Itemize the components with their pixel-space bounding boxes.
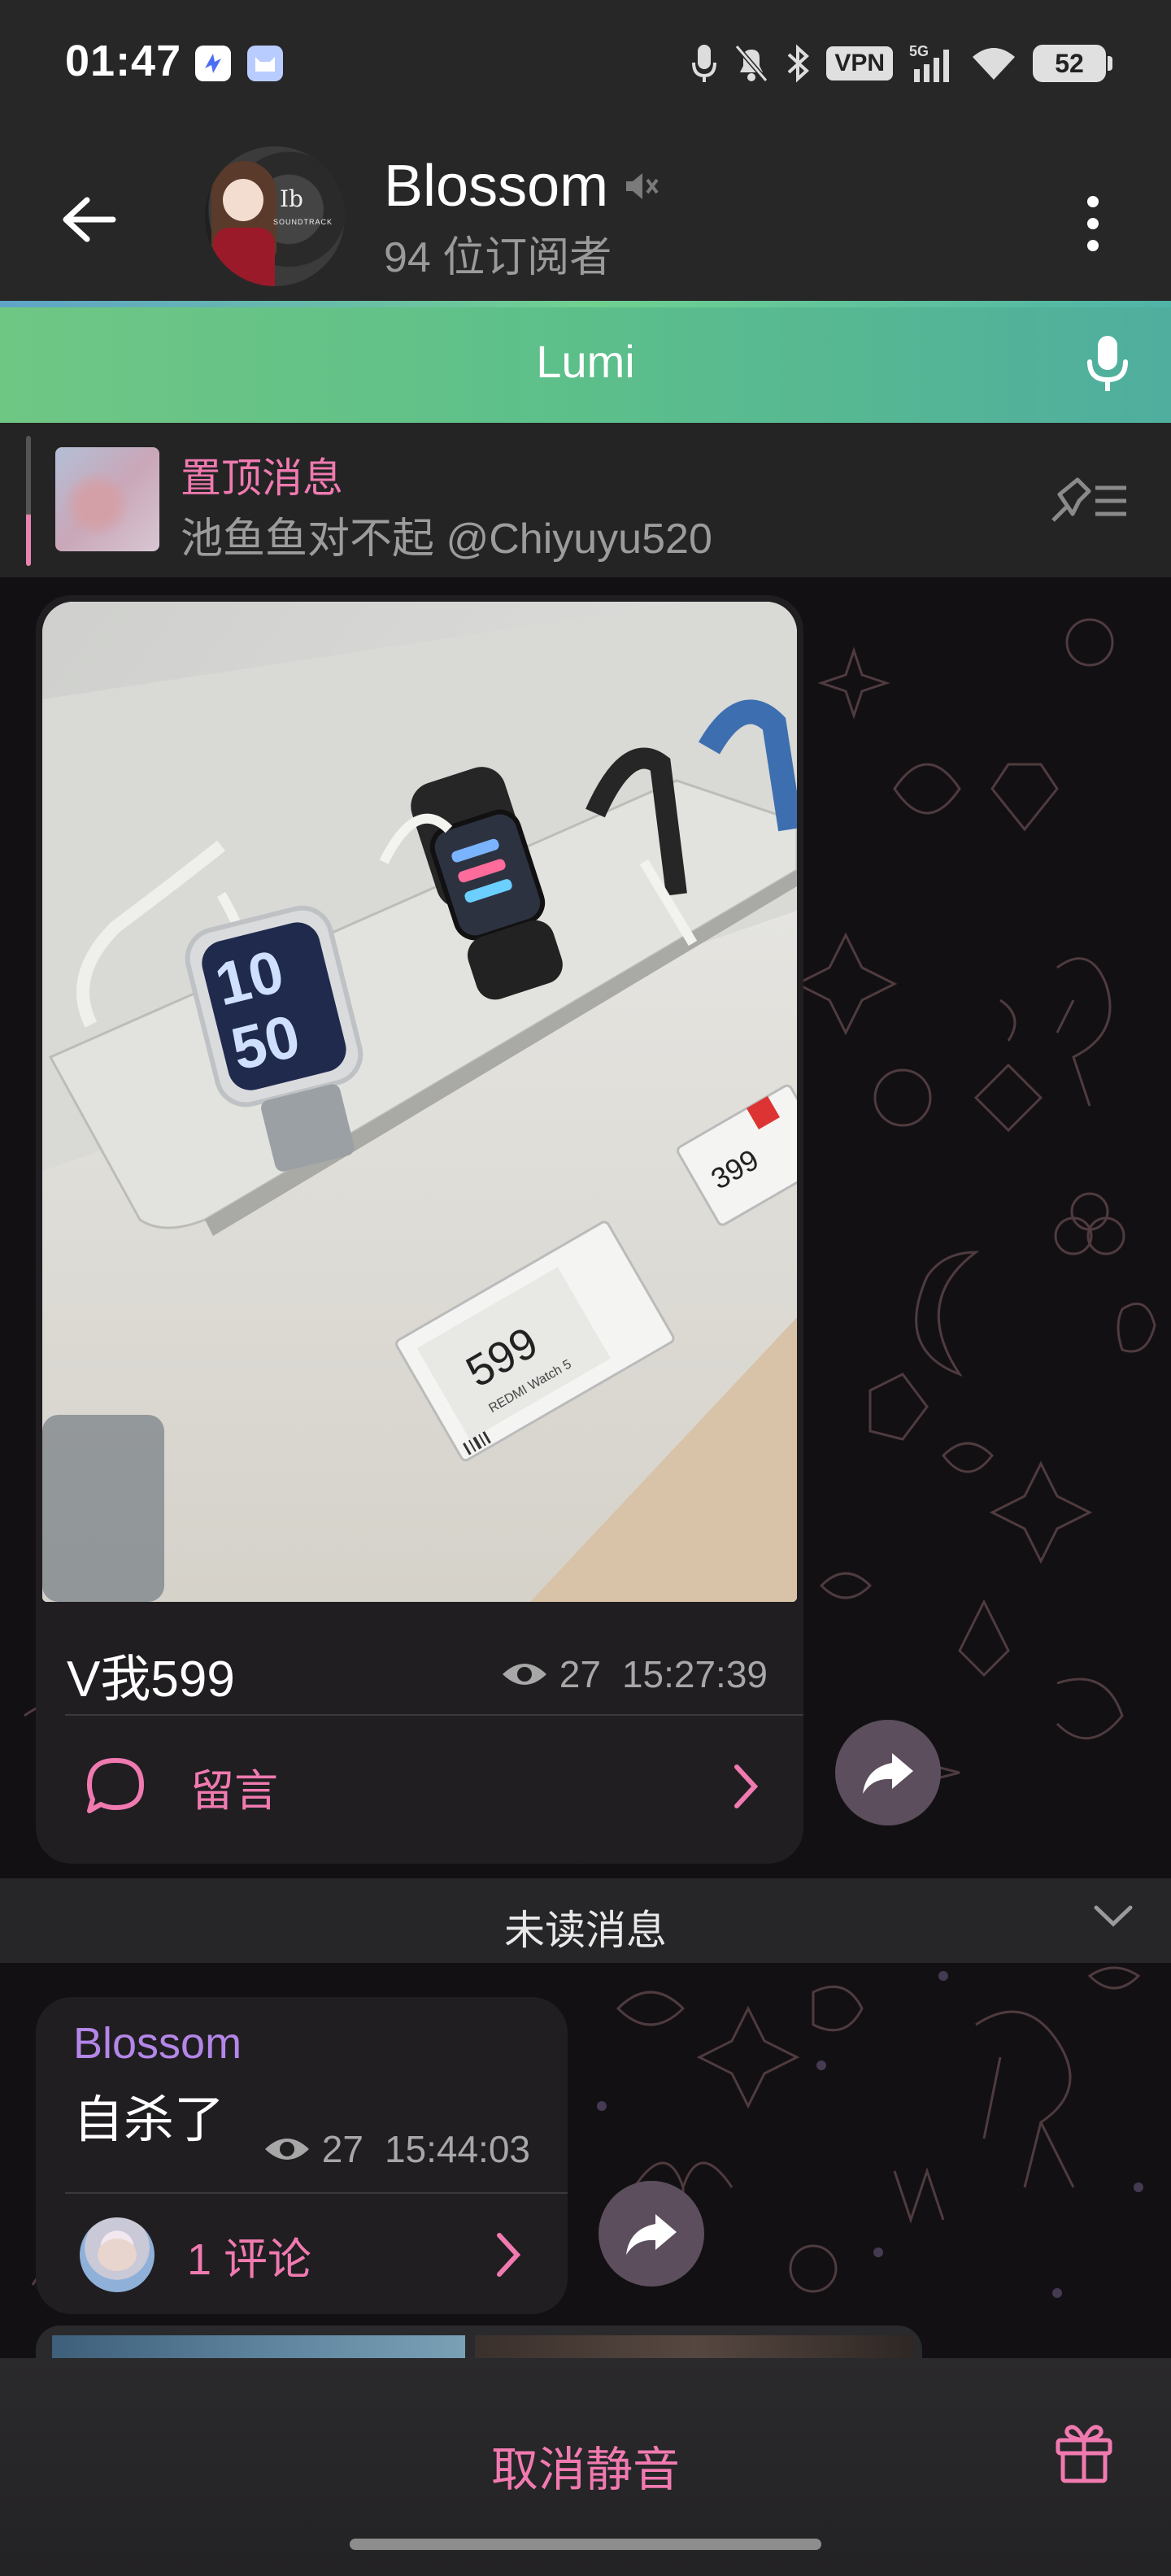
subscriber-count: 94 位订阅者: [384, 234, 612, 281]
status-bar: 01:47 VPN 5G 52: [0, 0, 1171, 130]
more-vertical-icon: [1087, 196, 1099, 251]
avatar-logo: Ib: [280, 185, 303, 212]
more-options-button[interactable]: [1060, 187, 1125, 260]
comment-icon: [87, 1758, 144, 1813]
chat-area[interactable]: 10 50 599 REDMI Watch 5 399 V我599 27 15:…: [0, 577, 1171, 2358]
channel-avatar[interactable]: Ib SOUNDTRACK: [205, 146, 345, 286]
status-right-icons: VPN 5G 52: [691, 39, 1112, 88]
pinned-title: 置顶消息: [181, 455, 343, 501]
unread-messages-divider: 未读消息: [0, 1878, 1171, 1963]
pinned-text: 池鱼鱼对不起 @Chiyuyu520: [181, 516, 712, 563]
battery-indicator: 52: [1033, 45, 1112, 82]
status-time: 01:47: [65, 37, 182, 85]
home-indicator[interactable]: [350, 2539, 821, 2550]
comment-label: 留言: [190, 1766, 278, 1816]
view-count: 27: [321, 2128, 363, 2170]
muted-speaker-icon: [626, 173, 659, 199]
microphone-icon: [1087, 336, 1128, 391]
gift-button[interactable]: [1039, 2407, 1129, 2496]
unmute-button[interactable]: 取消静音: [0, 2431, 1171, 2500]
signal-icon: 5G: [909, 43, 949, 82]
comments-button[interactable]: 1 评论: [36, 2204, 568, 2306]
gift-icon: [1056, 2425, 1112, 2483]
chevron-down-icon[interactable]: [1093, 1903, 1134, 1927]
share-arrow-icon: [626, 2214, 677, 2255]
pinned-message-bar[interactable]: 置顶消息 池鱼鱼对不起 @Chiyuyu520: [0, 423, 1171, 577]
message-photo[interactable]: 10 50 599 REDMI Watch 5 399: [42, 602, 797, 1602]
wifi-icon: [973, 48, 1015, 80]
channel-header: Ib SOUNDTRACK Blossom 94 位订阅者: [0, 130, 1171, 301]
pinned-list-button[interactable]: [1044, 468, 1134, 533]
share-button[interactable]: [599, 2181, 704, 2287]
mic-icon: [692, 45, 717, 82]
eye-icon: [264, 2139, 309, 2160]
unread-label: 未读消息: [504, 1908, 667, 1953]
eye-icon: [502, 1664, 546, 1685]
channel-name: Blossom: [384, 154, 609, 219]
next-message-preview[interactable]: [36, 2326, 922, 2358]
app-notification-icon: [195, 46, 231, 81]
message-meta: 27 15:27:39: [501, 1652, 768, 1696]
message-bubble-photo[interactable]: 10 50 599 REDMI Watch 5 399 V我599 27 15:…: [36, 595, 803, 1864]
channel-title[interactable]: Blossom: [384, 153, 659, 220]
message-bubble-text[interactable]: Blossom 自杀了 27 15:44:03 1 评论: [36, 1997, 568, 2314]
pinned-thumbnail: [55, 447, 159, 551]
bubble-divider: [65, 1714, 803, 1716]
message-time: 15:27:39: [621, 1653, 768, 1695]
live-voice-bar[interactable]: Lumi: [0, 301, 1171, 423]
chevron-right-icon: [734, 1764, 758, 1808]
view-count: 27: [559, 1653, 601, 1695]
share-arrow-icon: [863, 1753, 913, 1794]
arrow-left-icon: [63, 197, 116, 242]
watch-display-photo: 10 50 599 REDMI Watch 5 399: [42, 602, 797, 1602]
comment-button[interactable]: 留言: [36, 1734, 803, 1839]
comments-count-label: 1 评论: [187, 2234, 312, 2284]
message-meta: 27 15:44:03: [263, 2127, 530, 2171]
message-time: 15:44:03: [384, 2128, 530, 2170]
avatar-logo-sub: SOUNDTRACK: [273, 218, 333, 226]
pin-list-icon: [1051, 477, 1126, 522]
share-button[interactable]: [835, 1720, 941, 1825]
bell-muted-icon: [735, 45, 768, 82]
message-text: 自杀了: [73, 2092, 225, 2148]
voice-chat-button[interactable]: [1073, 330, 1142, 398]
message-caption: V我599: [67, 1651, 235, 1708]
bubble-divider: [65, 2192, 568, 2194]
message-sender[interactable]: Blossom: [73, 2018, 242, 2069]
bluetooth-icon: [787, 44, 810, 83]
back-button[interactable]: [49, 181, 127, 259]
pinned-position-indicator: [26, 436, 31, 566]
cat-app-icon: [247, 46, 283, 81]
commenter-avatar: [80, 2217, 155, 2292]
live-voice-title: Lumi: [536, 336, 635, 387]
chevron-right-icon: [497, 2233, 520, 2277]
svg-text:5G: 5G: [909, 43, 929, 59]
vpn-badge: VPN: [826, 46, 893, 80]
bottom-bar: 取消静音: [0, 2358, 1171, 2576]
